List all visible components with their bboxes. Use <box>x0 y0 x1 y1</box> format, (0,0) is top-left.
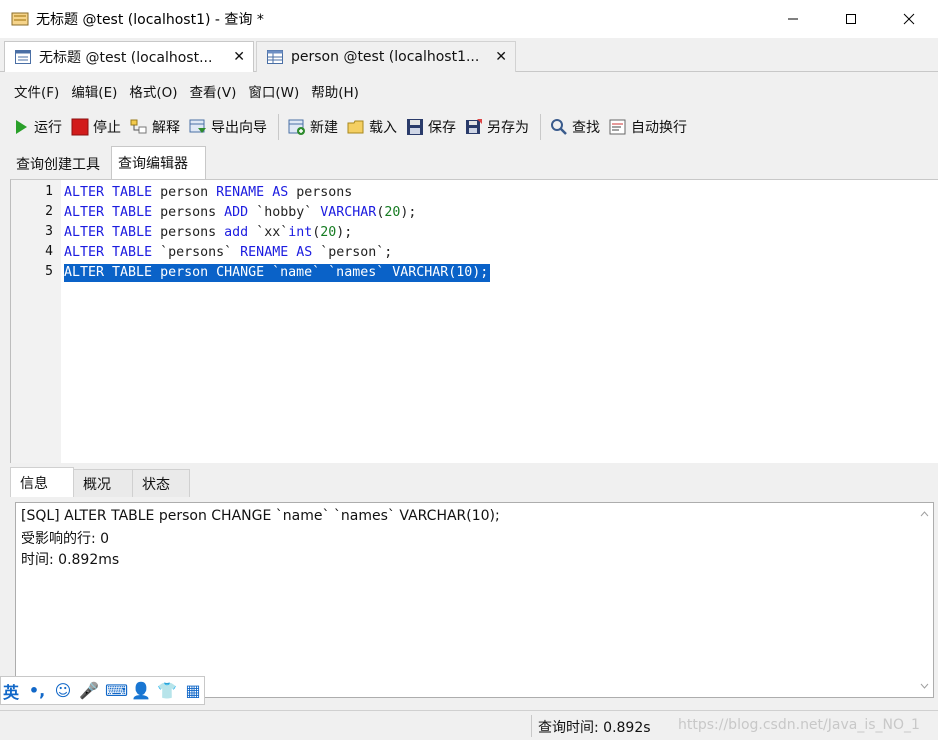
ime-keyboard-icon[interactable]: ⌨ <box>105 681 128 700</box>
menu-view[interactable]: 查看(V) <box>184 81 243 101</box>
word-wrap-icon <box>609 118 627 136</box>
status-bar: 查询时间: 0.892s https://blog.csdn.net/Java_… <box>0 710 938 740</box>
code-line-2: ALTER TABLE persons ADD `hobby` VARCHAR(… <box>64 205 417 220</box>
app-icon <box>11 12 29 26</box>
line-number: 3 <box>45 224 53 239</box>
scroll-down-icon[interactable] <box>920 681 929 692</box>
menu-window[interactable]: 窗口(W) <box>242 81 305 101</box>
ime-punctuation-icon[interactable]: •, <box>27 681 47 700</box>
tab-query-editor[interactable]: 查询编辑器 <box>111 146 206 179</box>
explain-label: 解释 <box>152 120 180 136</box>
status-divider <box>531 715 532 737</box>
doc-tab-untitled[interactable]: 无标题 @test (localhost... ✕ <box>4 41 254 72</box>
line-number: 1 <box>45 184 53 199</box>
ime-emoji-icon[interactable]: ☺ <box>53 681 73 700</box>
close-icon <box>903 13 915 25</box>
table-icon <box>267 50 283 64</box>
ime-user-icon[interactable]: 👤 <box>131 681 151 700</box>
menu-bar: 文件(F) 编辑(E) 格式(O) 查看(V) 窗口(W) 帮助(H) <box>0 78 938 104</box>
close-tab-icon[interactable]: ✕ <box>495 49 507 65</box>
sql-editor[interactable]: 1 2 3 4 5 ALTER TABLE person RENAME AS p… <box>10 179 938 463</box>
folder-icon <box>347 118 365 136</box>
info-panel: [SQL] ALTER TABLE person CHANGE `name` `… <box>15 502 934 698</box>
maximize-icon <box>846 14 856 24</box>
code-line-1: ALTER TABLE person RENAME AS persons <box>64 185 353 200</box>
save-as-label: 另存为 <box>487 120 529 136</box>
stop-button[interactable]: 停止 <box>71 117 121 137</box>
menu-format[interactable]: 格式(O) <box>123 81 183 101</box>
word-wrap-label: 自动换行 <box>631 120 687 136</box>
doc-tab-person[interactable]: person @test (localhost1... ✕ <box>256 41 516 72</box>
explain-icon <box>130 118 148 136</box>
close-tab-icon[interactable]: ✕ <box>233 49 245 65</box>
watermark-text: https://blog.csdn.net/Java_is_NO_1 <box>678 717 920 733</box>
line-number: 5 <box>45 264 53 279</box>
menu-edit[interactable]: 编辑(E) <box>65 81 123 101</box>
run-button[interactable]: 运行 <box>12 117 62 137</box>
export-wizard-button[interactable]: 导出向导 <box>189 117 267 137</box>
tab-query-builder[interactable]: 查询创建工具 <box>10 149 106 179</box>
ime-menu-icon[interactable]: ▦ <box>183 681 203 700</box>
ime-english-toggle[interactable]: 英 <box>1 679 21 703</box>
code-line-3: ALTER TABLE persons add `xx`int(20); <box>64 225 353 240</box>
save-button[interactable]: 保存 <box>406 117 456 137</box>
doc-tab-label: person @test (localhost1... <box>291 49 480 65</box>
new-button[interactable]: 新建 <box>288 117 338 137</box>
ime-toolbar: 英 •, ☺ 🎤 ⌨ 👤 👕 ▦ <box>0 676 205 705</box>
doc-tab-label: 无标题 @test (localhost... <box>39 50 213 66</box>
save-label: 保存 <box>428 120 456 136</box>
document-tabs: 无标题 @test (localhost... ✕ person @test (… <box>0 38 938 72</box>
ime-voice-icon[interactable]: 🎤 <box>79 681 99 700</box>
line-number-gutter: 1 2 3 4 5 <box>11 180 61 463</box>
magnifier-icon <box>550 118 568 136</box>
export-icon <box>189 118 207 136</box>
toolbar-divider <box>278 114 279 140</box>
code-line-4: ALTER TABLE `persons` RENAME AS `person`… <box>64 245 393 260</box>
save-as-icon <box>465 118 483 136</box>
query-icon <box>15 50 31 64</box>
code-line-5-selected: ALTER TABLE person CHANGE `name` `names`… <box>64 264 491 282</box>
close-window-button[interactable] <box>880 0 938 38</box>
new-query-icon <box>288 118 306 136</box>
editor-mode-tabs: 查询创建工具 查询编辑器 <box>0 146 938 179</box>
load-label: 载入 <box>369 120 397 136</box>
explain-button[interactable]: 解释 <box>130 117 180 137</box>
info-sql-line: [SQL] ALTER TABLE person CHANGE `name` `… <box>21 508 500 524</box>
tab-status[interactable]: 状态 <box>132 469 190 497</box>
maximize-button[interactable] <box>822 0 880 38</box>
save-as-button[interactable]: 另存为 <box>465 117 529 137</box>
toolbar: 运行 停止 解释 导出向导 新建 载入 保存 另存为 查找 自动换行 <box>0 110 938 144</box>
new-label: 新建 <box>310 120 338 136</box>
minimize-icon <box>788 18 798 20</box>
info-scrollbar[interactable] <box>916 503 933 697</box>
menu-help[interactable]: 帮助(H) <box>305 81 365 101</box>
scroll-up-icon[interactable] <box>920 509 929 520</box>
play-icon <box>12 118 30 136</box>
load-button[interactable]: 载入 <box>347 117 397 137</box>
find-label: 查找 <box>572 120 600 136</box>
save-icon <box>406 118 424 136</box>
line-number: 4 <box>45 244 53 259</box>
info-affected-rows: 受影响的行: 0 <box>21 531 110 547</box>
title-bar: 无标题 @test (localhost1) - 查询 * <box>0 0 938 38</box>
info-time: 时间: 0.892ms <box>21 552 120 568</box>
tab-info[interactable]: 信息 <box>10 467 74 497</box>
find-button[interactable]: 查找 <box>550 117 600 137</box>
run-label: 运行 <box>34 120 62 136</box>
result-tabs: 信息 概况 状态 <box>10 467 938 497</box>
line-number: 2 <box>45 204 53 219</box>
window-title: 无标题 @test (localhost1) - 查询 * <box>36 12 264 28</box>
stop-label: 停止 <box>93 120 121 136</box>
toolbar-divider <box>540 114 541 140</box>
menu-file[interactable]: 文件(F) <box>8 81 65 101</box>
export-label: 导出向导 <box>211 120 267 136</box>
word-wrap-button[interactable]: 自动换行 <box>609 117 687 137</box>
ime-skin-icon[interactable]: 👕 <box>157 681 177 700</box>
stop-icon <box>71 118 89 136</box>
tab-profile[interactable]: 概况 <box>73 469 133 497</box>
query-time: 查询时间: 0.892s <box>538 720 651 736</box>
minimize-button[interactable] <box>764 0 822 38</box>
